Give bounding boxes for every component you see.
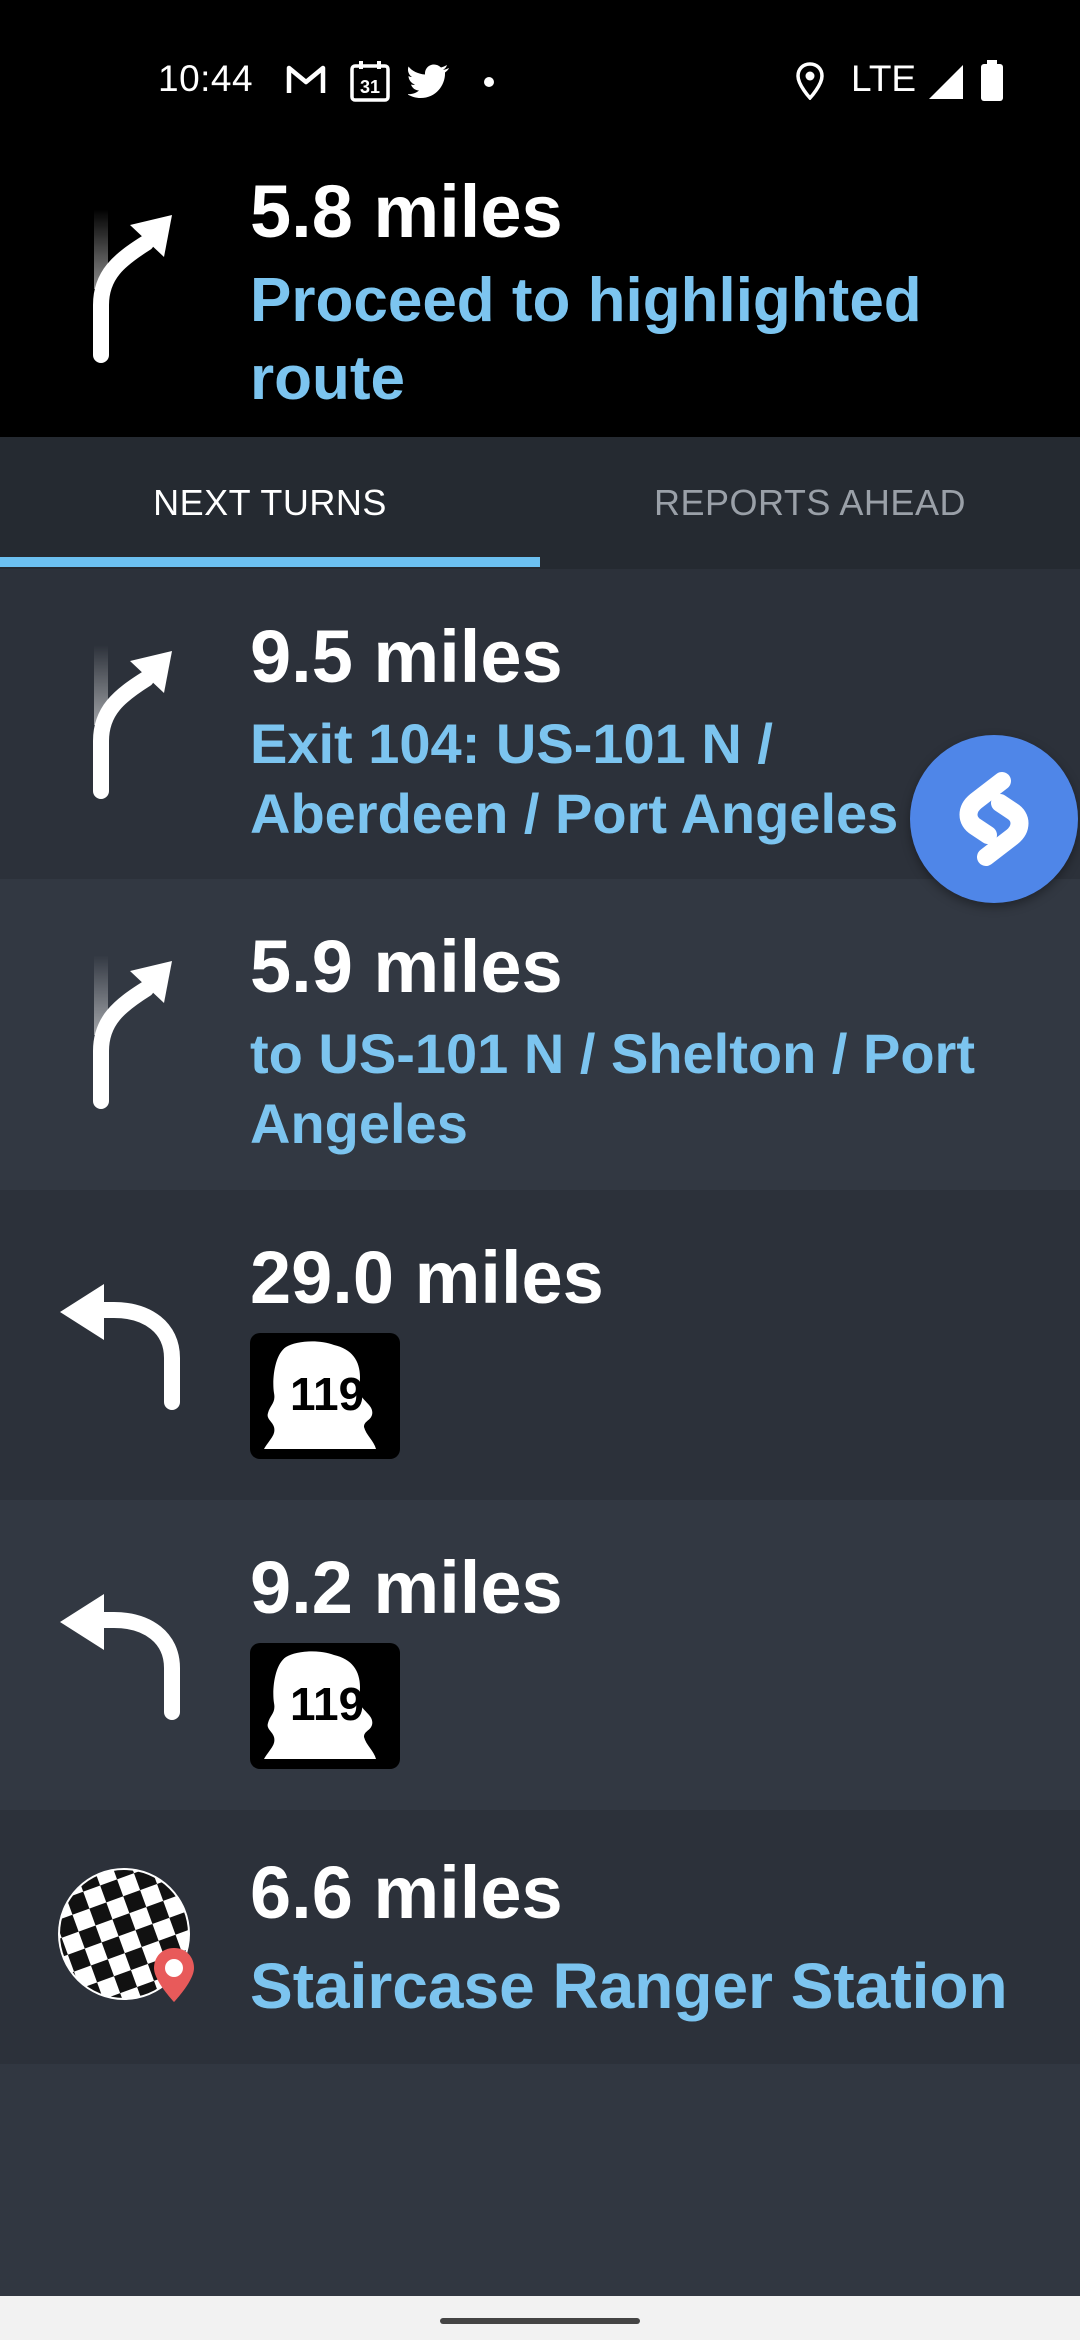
shazam-floating-button[interactable] — [910, 735, 1078, 903]
gmail-icon — [286, 65, 326, 93]
left-turn-arrow-icon — [60, 1594, 180, 1720]
route-shield: 119 — [250, 1643, 400, 1769]
calendar-day: 31 — [360, 77, 380, 97]
turn-distance: 29.0 miles — [250, 1236, 604, 1319]
network-label: LTE — [851, 58, 917, 99]
status-time: 10:44 — [158, 58, 254, 99]
tab-next-turns[interactable]: NEXT TURNS — [0, 437, 540, 569]
route-number: 119 — [290, 1368, 365, 1420]
current-instruction-banner[interactable]: 5.8 miles Proceed to highlighted route — [0, 165, 1080, 437]
banner-instruction: Proceed to highlighted route — [250, 266, 922, 413]
signal-icon — [929, 65, 963, 99]
turn-list-item[interactable]: 5.9 miles to US-101 N / Shelton / Port A… — [0, 879, 1080, 1190]
tab-reports-ahead[interactable]: REPORTS AHEAD — [540, 437, 1080, 569]
turn-distance: 6.6 miles — [250, 1851, 563, 1934]
turn-distance: 5.9 miles — [250, 925, 563, 1008]
turn-list-item[interactable]: 9.2 miles 119 — [0, 1500, 1080, 1810]
route-shield: 119 — [250, 1333, 400, 1459]
tab-bar: NEXT TURNS REPORTS AHEAD — [0, 437, 1080, 569]
twitter-icon — [408, 64, 449, 98]
turn-distance: 9.5 miles — [250, 615, 563, 698]
system-nav-bar — [0, 2296, 1080, 2340]
route-number: 119 — [290, 1678, 365, 1730]
home-handle[interactable] — [440, 2318, 640, 2324]
left-turn-arrow-icon — [60, 1284, 180, 1410]
status-bar: 10:44 31 LTE — [0, 0, 1080, 165]
calendar-icon: 31 — [350, 61, 390, 102]
slight-right-arrow-icon — [93, 209, 172, 363]
slight-right-arrow-icon — [93, 955, 172, 1109]
location-icon — [796, 62, 824, 100]
tab-indicator — [0, 557, 540, 567]
destination-flag-icon — [58, 1868, 194, 2002]
shazam-icon — [959, 772, 1029, 866]
turn-list-item[interactable]: 29.0 miles 119 — [0, 1190, 1080, 1500]
turn-description: Staircase Ranger Station — [250, 1950, 1008, 2022]
turn-list-item[interactable]: 6.6 miles Staircase Ranger Station — [0, 1810, 1080, 2064]
battery-icon — [981, 60, 1003, 101]
dot-icon — [484, 77, 494, 87]
turn-description: Exit 104: US-101 N / Aberdeen / Port Ang… — [250, 712, 899, 845]
turn-distance: 9.2 miles — [250, 1546, 563, 1629]
slight-right-arrow-icon — [93, 645, 172, 799]
banner-distance: 5.8 miles — [250, 170, 563, 253]
turn-description: to US-101 N / Shelton / Port Angeles — [250, 1022, 975, 1155]
